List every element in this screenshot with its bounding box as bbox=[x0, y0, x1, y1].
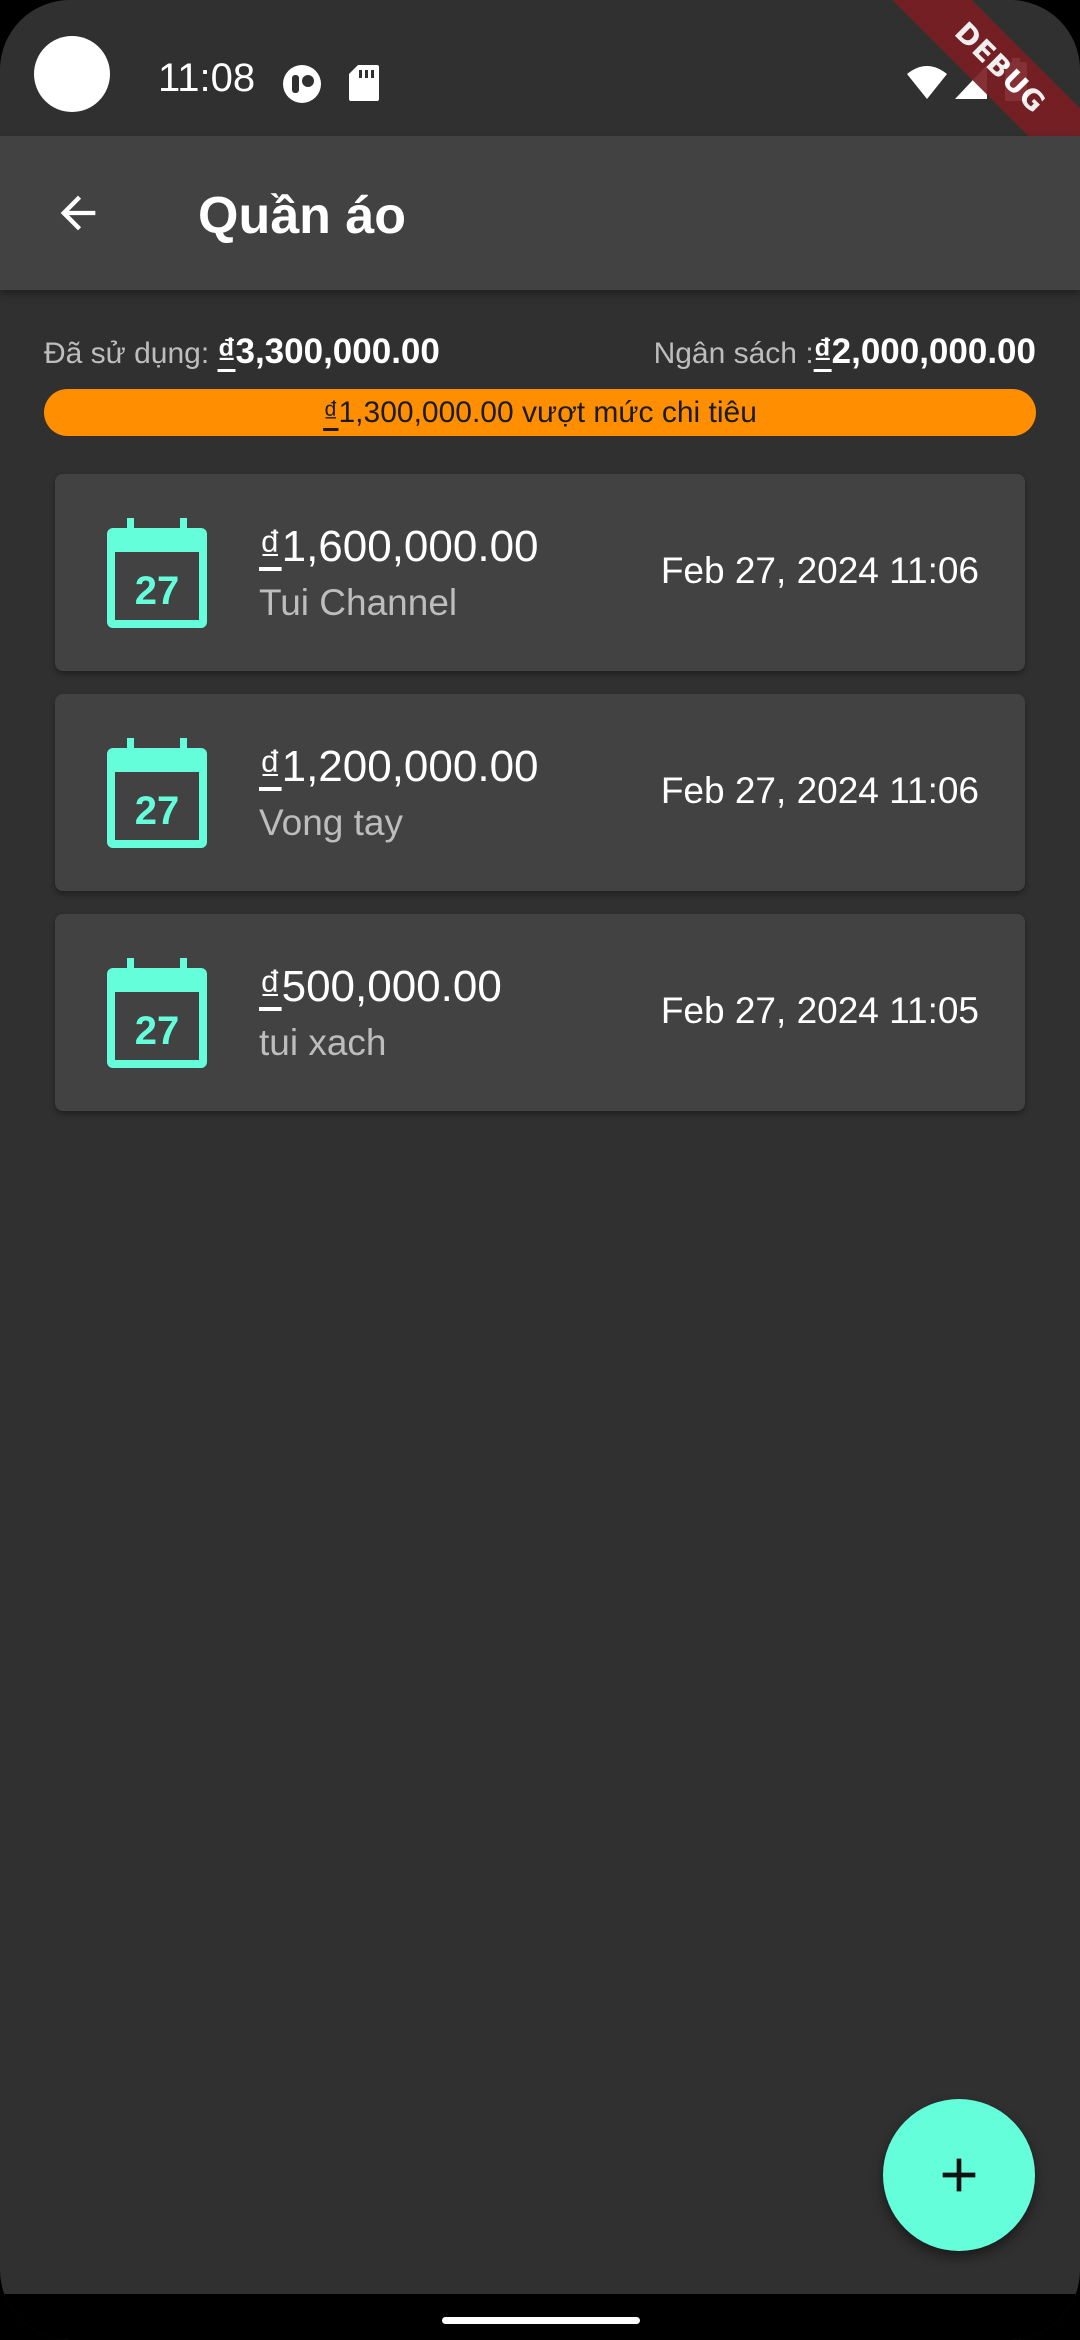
over-currency: ₫ bbox=[323, 396, 339, 429]
budget-label: Ngân sách : bbox=[653, 337, 814, 370]
budget-summary: Đã sử dụng: ₫3,300,000.00 Ngân sách :₫2,… bbox=[44, 332, 1036, 376]
over-text: vượt mức chi tiêu bbox=[513, 396, 757, 429]
sd-card-icon bbox=[349, 65, 379, 101]
budget-value: 2,000,000.00 bbox=[831, 332, 1036, 371]
add-icon bbox=[942, 2158, 976, 2192]
calendar-icon: 27 bbox=[107, 518, 207, 628]
list-item[interactable]: 27 ₫500,000.00 tui xach Feb 27, 2024 11:… bbox=[55, 914, 1025, 1111]
app-bar: Quần áo bbox=[0, 136, 1080, 290]
budget-total: Ngân sách :₫2,000,000.00 bbox=[654, 332, 1036, 372]
list-item[interactable]: 27 ₫1,200,000.00 Vong tay Feb 27, 2024 1… bbox=[55, 694, 1025, 891]
transaction-note: Vong tay bbox=[259, 802, 404, 843]
calendar-day: 27 bbox=[135, 1009, 180, 1053]
page-title: Quần áo bbox=[198, 187, 407, 245]
home-indicator[interactable] bbox=[442, 2317, 640, 2324]
spent-label: Đã sử dụng: bbox=[44, 337, 218, 370]
add-transaction-button[interactable] bbox=[883, 2099, 1035, 2251]
status-time: 11:08 bbox=[158, 56, 256, 100]
arrow-back-icon bbox=[60, 195, 96, 231]
transaction-date: Feb 27, 2024 11:05 bbox=[660, 990, 979, 1031]
transaction-date: Feb 27, 2024 11:06 bbox=[660, 770, 979, 811]
calendar-icon: 27 bbox=[107, 738, 207, 848]
wifi-icon bbox=[907, 66, 947, 99]
amount-value: 1,600,000.00 bbox=[281, 522, 539, 571]
transaction-amount: ₫500,000.00 bbox=[259, 962, 502, 1012]
transaction-amount: ₫1,600,000.00 bbox=[259, 522, 539, 572]
calendar-icon: 27 bbox=[107, 958, 207, 1068]
amount-value: 1,200,000.00 bbox=[281, 742, 539, 791]
spent-value: 3,300,000.00 bbox=[235, 332, 440, 371]
amount-currency: ₫ bbox=[259, 522, 282, 571]
list-item[interactable]: 27 ₫1,600,000.00 Tui Channel Feb 27, 202… bbox=[55, 474, 1025, 671]
over-amount: 1,300,000.00 bbox=[338, 396, 514, 429]
back-button[interactable] bbox=[36, 171, 120, 255]
amount-currency: ₫ bbox=[259, 962, 282, 1011]
over-budget-bar: ₫1,300,000.00 vượt mức chi tiêu bbox=[44, 389, 1036, 436]
transaction-note: tui xach bbox=[259, 1022, 387, 1063]
app-screen: 11:08 DEBUG Quần áo Đã sử dụng: ₫3,300,0… bbox=[0, 0, 1080, 2340]
calendar-day: 27 bbox=[135, 569, 180, 613]
transaction-note: Tui Channel bbox=[259, 582, 458, 623]
transaction-date: Feb 27, 2024 11:06 bbox=[660, 550, 979, 591]
amount-value: 500,000.00 bbox=[281, 962, 502, 1011]
calendar-day: 27 bbox=[135, 789, 180, 833]
status-bar: 11:08 DEBUG bbox=[0, 0, 1080, 194]
spent-currency: ₫ bbox=[217, 332, 236, 371]
budget-currency: ₫ bbox=[813, 332, 832, 371]
spent-summary: Đã sử dụng: ₫3,300,000.00 bbox=[44, 332, 440, 372]
circle-app-icon bbox=[283, 65, 321, 103]
transaction-amount: ₫1,200,000.00 bbox=[259, 742, 539, 792]
amount-currency: ₫ bbox=[259, 742, 282, 791]
camera-cutout bbox=[34, 36, 110, 112]
